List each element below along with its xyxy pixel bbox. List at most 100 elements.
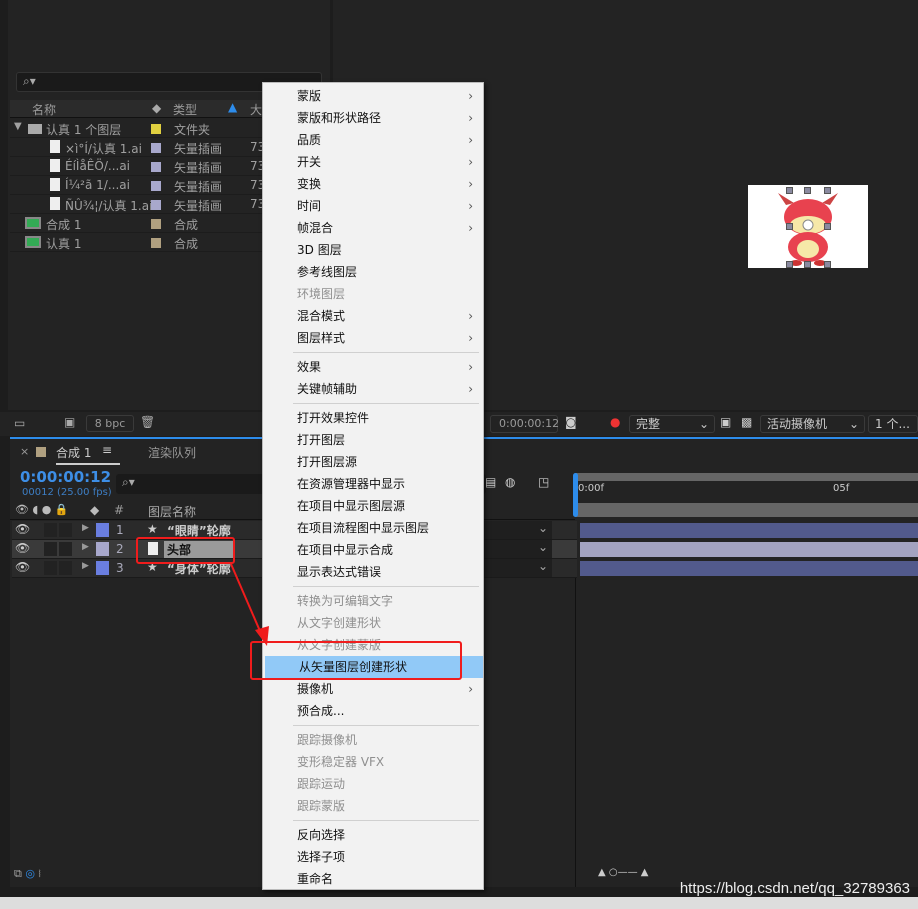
eye-icon[interactable]: 👁 [15,560,30,574]
menu-item[interactable]: 打开图层 [263,429,483,451]
menu-item[interactable]: 重命名 [263,868,483,890]
parent-select-chevron-icon[interactable]: ⌄ [482,559,552,577]
parent-select-chevron-icon[interactable]: ⌄ [482,540,552,558]
current-time-indicator[interactable] [573,473,578,517]
menu-item[interactable]: 帧混合 › [263,217,483,239]
menu-item[interactable]: 开关 › [263,151,483,173]
trash-icon[interactable]: 🗑 [140,415,155,429]
expand-triangle-icon[interactable]: ▶ [82,523,89,533]
label-color[interactable] [151,200,161,210]
graph-editor-icon[interactable]: ◳ [538,475,549,489]
expand-triangle-icon[interactable]: ▶ [82,542,89,552]
menu-separator [293,820,479,821]
menu-item[interactable]: 在资源管理器中显示 [263,473,483,495]
menu-item[interactable]: 摄像机 › [263,678,483,700]
eye-icon[interactable]: 👁 [15,541,30,555]
menu-item[interactable]: 关键帧辅助 › [263,378,483,400]
chevron-right-icon: › [468,382,473,396]
item-name: ×ì°Í/认真 1.ai [65,142,142,156]
menu-item[interactable]: 预合成... [263,700,483,722]
work-area-bar[interactable] [575,473,918,481]
column-layer-name[interactable]: 图层名称 [148,503,196,520]
menu-item[interactable]: 显示表达式错误 [263,561,483,583]
menu-item[interactable]: 蒙版和形状路径 › [263,107,483,129]
camera-select[interactable]: 活动摄像机 ⌄ [760,415,865,433]
menu-item[interactable]: 蒙版 › [263,85,483,107]
channel-icon[interactable]: ● [610,415,620,429]
menu-item[interactable]: 变换 › [263,173,483,195]
menu-item[interactable]: 反向选择 [263,824,483,846]
menu-item[interactable]: 选择子项 [263,846,483,868]
motion-blur-icon[interactable]: ◍ [505,475,515,489]
transform-handle[interactable] [824,261,831,268]
zoom-slider[interactable]: ▲ ○—— ▲ [598,867,648,878]
eye-icon[interactable]: 👁 [15,522,30,536]
viewer-timecode[interactable]: 0:00:00:12 [490,415,559,433]
menu-item[interactable]: 参考线图层 [263,261,483,283]
menu-item[interactable]: 混合模式 › [263,305,483,327]
frame-blending-icon[interactable]: ▤ [485,475,496,489]
label-color[interactable] [96,523,109,537]
label-color[interactable] [151,219,161,229]
expand-triangle-icon[interactable]: ▼ [14,121,22,132]
solo-switch[interactable] [44,523,57,537]
parent-select-chevron-icon[interactable]: ⌄ [482,521,552,539]
panel-menu-icon[interactable]: ≡ [102,443,112,457]
bit-depth-button[interactable]: 8 bpc [86,415,134,432]
toggle-switches-icon[interactable]: ⧉ ◎ ⧘ [14,867,41,881]
label-color[interactable] [151,143,161,153]
views-select[interactable]: 1 个... [868,415,918,433]
region-of-interest-icon[interactable]: ▣ [720,415,731,429]
expand-triangle-icon[interactable]: ▶ [82,561,89,571]
new-composition-icon[interactable]: ▣ [64,415,75,429]
label-color[interactable] [151,162,161,172]
close-tab-icon[interactable]: × [20,445,29,458]
resolution-select[interactable]: 完整 ⌄ [629,415,715,433]
menu-item[interactable]: 3D 图层 [263,239,483,261]
column-size[interactable]: 大 [250,101,262,118]
annotation-box [136,537,235,564]
interpret-footage-icon[interactable]: ▭ [14,416,25,430]
transparency-grid-icon[interactable]: ▩ [741,415,752,429]
lock-switch[interactable] [59,542,72,556]
time-navigator[interactable] [575,503,918,517]
menu-item[interactable]: 图层样式 › [263,327,483,349]
lock-switch[interactable] [59,523,72,537]
chevron-down-icon: ⌄ [848,417,859,431]
transform-handle[interactable] [804,187,811,194]
layer-duration-bar[interactable] [580,542,918,557]
transform-handle[interactable] [786,223,793,230]
snapshot-icon[interactable]: ◙ [565,415,577,429]
menu-item[interactable]: 品质 › [263,129,483,151]
layer-duration-bar[interactable] [580,561,918,576]
column-type[interactable]: 类型 [173,101,197,118]
menu-item[interactable]: 时间 › [263,195,483,217]
label-color[interactable] [151,238,161,248]
layer-duration-bar[interactable] [580,523,918,538]
transform-handle[interactable] [824,187,831,194]
item-type: 矢量插画 [174,199,223,213]
current-time[interactable]: 0:00:00:12 [20,468,111,486]
transform-handle[interactable] [804,261,811,268]
menu-item[interactable]: 在项目中显示合成 [263,539,483,561]
menu-item[interactable]: 在项目流程图中显示图层 [263,517,483,539]
lock-switch[interactable] [59,561,72,575]
solo-switch[interactable] [44,542,57,556]
label-color[interactable] [96,542,109,556]
menu-item[interactable]: 打开效果控件 [263,407,483,429]
transform-handle[interactable] [786,187,793,194]
tab-render-queue[interactable]: 渲染队列 [148,444,196,461]
menu-item-label: 变换 [297,177,322,191]
label-color[interactable] [151,181,161,191]
menu-item[interactable]: 效果 › [263,356,483,378]
label-color[interactable] [96,561,109,575]
transform-handle[interactable] [786,261,793,268]
column-name[interactable]: 名称 [32,101,56,118]
transform-handle[interactable] [824,223,831,230]
menu-item[interactable]: 在项目中显示图层源 [263,495,483,517]
menu-item[interactable]: 打开图层源 [263,451,483,473]
composition-preview-image [748,185,868,268]
label-color[interactable] [151,124,161,134]
chevron-right-icon: › [468,221,473,235]
solo-switch[interactable] [44,561,57,575]
